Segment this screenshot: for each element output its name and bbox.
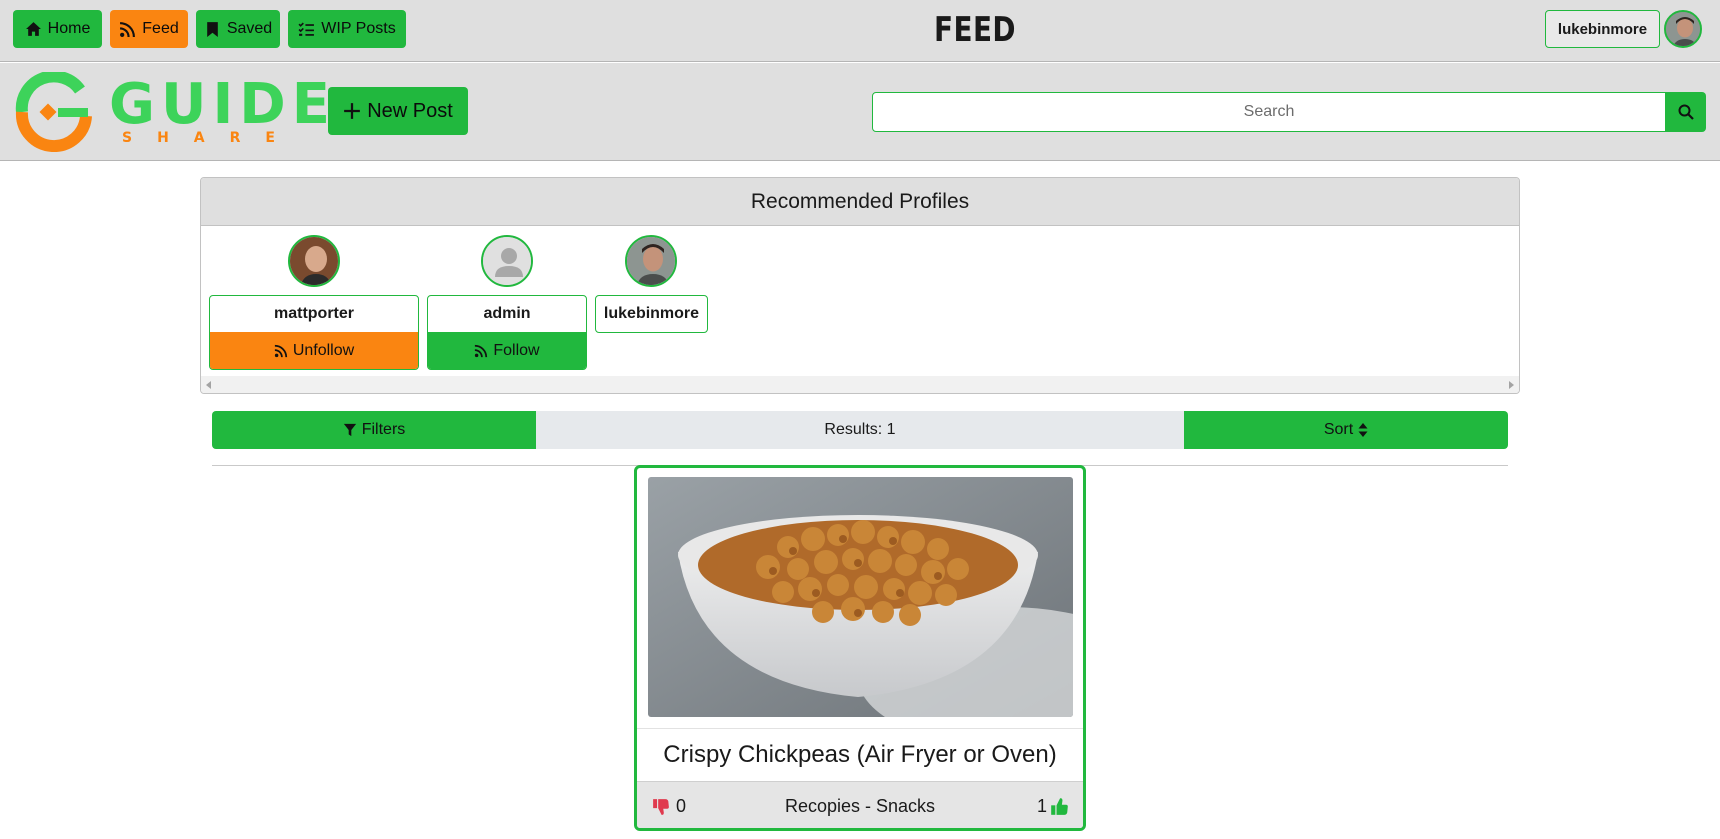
home-button[interactable]: Home [13, 10, 102, 48]
bookmark-icon [207, 21, 218, 37]
profile-username[interactable]: mattporter [210, 296, 418, 332]
like-count: 1 [1036, 796, 1047, 816]
search-button[interactable] [1666, 92, 1706, 132]
sort-button[interactable]: Sort [1184, 411, 1508, 449]
funnel-icon [343, 423, 356, 437]
recommended-profiles-panel: Recommended Profiles mattporter Unfollow [200, 177, 1520, 394]
scroll-left-arrow-icon[interactable] [206, 381, 211, 389]
profile-box: mattporter Unfollow [209, 295, 419, 370]
follow-button[interactable]: Follow [428, 332, 586, 369]
search-input[interactable] [872, 92, 1666, 132]
avatar[interactable] [1664, 10, 1702, 48]
profile-username-button[interactable]: lukebinmore [1545, 10, 1660, 48]
sort-icon [1358, 423, 1368, 437]
unfollow-label: Unfollow [292, 341, 355, 359]
feed-label: Feed [142, 20, 179, 37]
like-control[interactable]: 1 [1037, 796, 1069, 817]
filters-button[interactable]: Filters [212, 411, 536, 449]
saved-button[interactable]: Saved [196, 10, 280, 48]
guideshare-logo[interactable]: GUIDE SHARE [14, 72, 330, 152]
post-title[interactable]: Crispy Chickpeas (Air Fryer or Oven) [637, 728, 1083, 780]
thumbs-up-icon[interactable] [1050, 797, 1069, 816]
feed-button[interactable]: Feed [110, 10, 188, 48]
profile-avatar-image [627, 237, 675, 285]
avatar[interactable] [481, 235, 533, 287]
profile-username[interactable]: lukebinmore [596, 296, 707, 332]
filter-bar: Filters Results: 1 Sort [212, 411, 1508, 449]
home-icon [25, 21, 41, 36]
profile-box: admin Follow [427, 295, 587, 370]
profile-username[interactable]: admin [428, 296, 586, 332]
rss-icon [475, 344, 488, 357]
top-navbar: Home Feed Saved WIP Posts FEED lukebinmo… [0, 0, 1720, 62]
rss-icon [120, 21, 136, 37]
follow-label: Follow [493, 341, 540, 359]
saved-label: Saved [226, 20, 273, 37]
search-icon [1678, 104, 1694, 120]
new-post-label: New Post [367, 99, 453, 122]
post-card[interactable]: Crispy Chickpeas (Air Fryer or Oven) 0 R… [634, 465, 1086, 831]
post-footer: 0 Recopies - Snacks 1 [637, 781, 1083, 828]
post-photo [648, 477, 1073, 717]
logo-wordmark: GUIDE [109, 72, 337, 137]
new-post-button[interactable]: New Post [328, 87, 468, 135]
rss-icon [274, 344, 287, 357]
recommended-profiles-title: Recommended Profiles [201, 178, 1519, 226]
brand-header: GUIDE SHARE New Post [0, 63, 1720, 161]
results-count: Results: 1 [536, 411, 1184, 449]
profile-avatar-image [290, 237, 338, 285]
checklist-icon [298, 22, 315, 36]
default-avatar-icon [483, 237, 531, 285]
user-avatar-image [1666, 12, 1700, 46]
profile-box: lukebinmore [595, 295, 708, 333]
post-image[interactable] [648, 477, 1073, 717]
logo-icon [15, 72, 92, 152]
logo-subtext: SHARE [122, 130, 300, 146]
plus-icon [344, 103, 361, 119]
wip-posts-button[interactable]: WIP Posts [288, 10, 406, 48]
unfollow-button[interactable]: Unfollow [210, 332, 418, 369]
page-title: FEED [934, 10, 1016, 50]
horizontal-scrollbar[interactable] [201, 376, 1519, 393]
sort-label: Sort [1323, 421, 1354, 438]
avatar[interactable] [288, 235, 340, 287]
filters-label: Filters [361, 421, 406, 438]
avatar[interactable] [625, 235, 677, 287]
wip-posts-label: WIP Posts [321, 20, 396, 37]
post-category: Recopies - Snacks [784, 796, 936, 816]
home-label: Home [47, 20, 91, 37]
scroll-right-arrow-icon[interactable] [1509, 381, 1514, 389]
